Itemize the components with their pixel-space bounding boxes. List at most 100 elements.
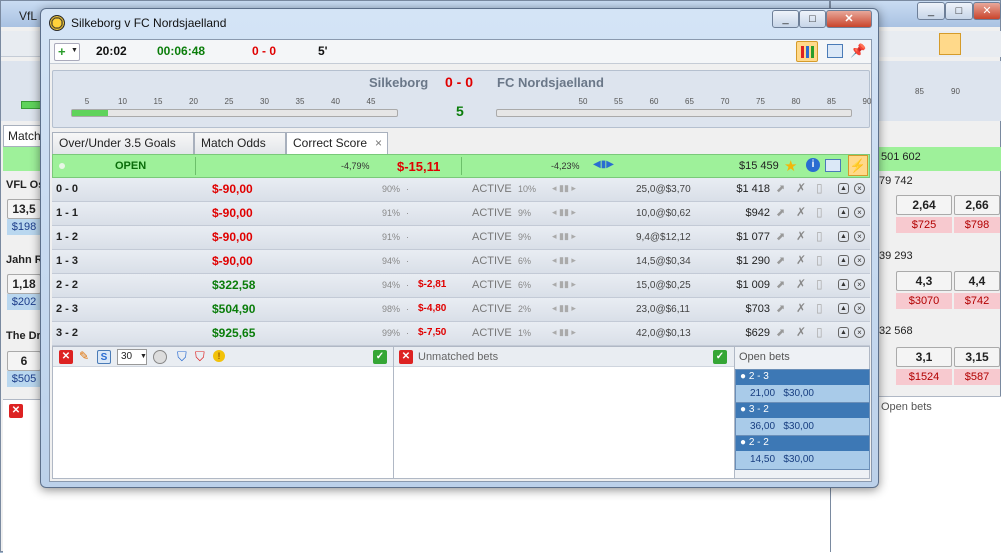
ladder-arrows-icon[interactable]: ◂ ▮▮ ▸ [552,327,576,338]
arrows-icon[interactable]: ◀▮▶ [593,159,614,170]
info-icon[interactable]: i [806,158,820,172]
s-icon[interactable]: S [97,350,111,364]
unmatched-check-icon[interactable]: ✓ [713,350,727,364]
close-circle-icon[interactable]: × [854,183,865,194]
shield-blue-icon[interactable]: ⛉ [177,349,187,365]
graph-icon[interactable] [825,159,841,172]
expand-icon[interactable]: ▲ [838,279,849,290]
tools-icon[interactable]: ✗ [796,229,806,243]
close-circle-icon[interactable]: × [854,327,865,338]
tab-match-odds[interactable]: Match Odds [194,132,286,154]
bg-close-button[interactable]: ✕ [973,2,1001,20]
bg-right-row2-back[interactable]: 4,3 [896,271,952,291]
warning-icon[interactable]: ! [213,350,225,362]
maximize-button[interactable]: □ [799,10,826,28]
bg-odds-2[interactable]: 1,18 [7,274,41,294]
ladder-arrows-icon[interactable]: ◂ ▮▮ ▸ [552,207,576,218]
cancel-unmatched-icon[interactable]: ✕ [399,350,413,364]
minimize-button[interactable]: _ [772,10,799,28]
expand-icon[interactable]: ▲ [838,255,849,266]
bg-maximize-button[interactable]: □ [945,2,973,20]
broom-icon[interactable]: ✎ [79,349,89,363]
window-titlebar[interactable]: Silkeborg v FC Nordsjaelland _ □ ✕ [41,9,878,39]
close-circle-icon[interactable]: × [854,231,865,242]
open-bet-details: 36,00 $30,00 [736,418,869,436]
close-button[interactable]: ✕ [826,10,872,28]
chart-icon[interactable]: ⬈ [776,182,785,195]
tools-icon[interactable]: ✗ [796,301,806,315]
chart-icon[interactable]: ⬈ [776,206,785,219]
tools-icon[interactable]: ✗ [796,253,806,267]
chart-icon[interactable]: ⬈ [776,326,785,339]
cancel-all-icon[interactable]: ✕ [59,350,73,364]
bg-right-row3-back[interactable]: 3,1 [896,347,952,367]
open-bet[interactable]: ● 2 - 2 14,50 $30,00 [735,435,870,470]
tab-correct-score-label: Correct Score [293,136,368,150]
stake-select[interactable]: 30 ▼ [117,349,147,365]
expand-icon[interactable]: ▲ [838,327,849,338]
close-circle-icon[interactable]: × [854,207,865,218]
expand-icon[interactable]: ▲ [838,183,849,194]
ladder-arrows-icon[interactable]: ◂ ▮▮ ▸ [552,255,576,266]
bg-right-row3-lay[interactable]: 3,15 [954,347,1000,367]
bg-cancel-icon[interactable]: ✕ [9,404,23,418]
star-icon[interactable]: ★ [784,157,797,175]
new-window-icon[interactable] [827,44,843,58]
expand-icon[interactable]: ▲ [838,207,849,218]
tools-icon[interactable]: ✗ [796,325,806,339]
close-circle-icon[interactable]: × [854,303,865,314]
chart-button[interactable] [796,41,818,62]
bullet-icon: ● [740,404,749,415]
bg-right-row2-lay[interactable]: 4,4 [954,271,1000,291]
selection-row[interactable]: 1 - 3 $-90,00 94% · ACTIVE 6% ◂ ▮▮ ▸ 14,5@$0,34… [52,250,870,274]
ladder-icon[interactable]: ▯ [816,253,823,267]
tools-icon[interactable]: ✗ [796,277,806,291]
expand-icon[interactable]: ▲ [838,231,849,242]
bg-odds-1[interactable]: 13,5 [7,199,41,219]
chart-icon[interactable]: ⬈ [776,254,785,267]
add-market-button[interactable]: + ▼ [54,43,80,61]
selection-volume: $703 [745,303,770,315]
ladder-icon[interactable]: ▯ [816,325,823,339]
tools-icon[interactable]: ✗ [796,205,806,219]
close-circle-icon[interactable]: × [854,255,865,266]
ladder-icon[interactable]: ▯ [816,205,823,219]
ladder-icon[interactable]: ▯ [816,277,823,291]
selection-row[interactable]: 1 - 1 $-90,00 91% · ACTIVE 9% ◂ ▮▮ ▸ 10,0@$0,62… [52,202,870,226]
bg-minimize-button[interactable]: _ [917,2,945,20]
ladder-arrows-icon[interactable]: ◂ ▮▮ ▸ [552,231,576,242]
open-bet[interactable]: ● 3 - 2 36,00 $30,00 [735,402,870,437]
bg-right-chart-icon[interactable] [939,33,961,55]
ladder-icon[interactable]: ▯ [816,229,823,243]
bg-odds-3[interactable]: 6 [7,351,41,371]
chart-icon[interactable]: ⬈ [776,230,785,243]
tab-correct-score[interactable]: Correct Score × [286,132,388,155]
selection-row[interactable]: 2 - 2 $322,58 94% · $-2,81 ACTIVE 6% ◂ ▮▮ ▸ 15,0… [52,274,870,298]
divider [195,157,196,175]
selection-row[interactable]: 3 - 2 $925,65 99% · $-7,50 ACTIVE 1% ◂ ▮▮ ▸ 42,0… [52,322,870,346]
lightning-icon[interactable]: ⚡ [848,155,868,176]
confirm-check-icon[interactable]: ✓ [373,350,387,364]
tools-icon[interactable]: ✗ [796,181,806,195]
bg-right-row1-lay[interactable]: 2,66 [954,195,1000,215]
ladder-icon[interactable]: ▯ [816,181,823,195]
ladder-arrows-icon[interactable]: ◂ ▮▮ ▸ [552,279,576,290]
selection-row[interactable]: 0 - 0 $-90,00 90% · ACTIVE 10% ◂ ▮▮ ▸ 25,0@$3,7… [52,178,870,202]
ladder-icon[interactable]: ▯ [816,301,823,315]
tab-close-icon[interactable]: × [375,133,382,153]
bg-right-row1-back[interactable]: 2,64 [896,195,952,215]
pin-icon[interactable]: 📌 [850,43,866,59]
open-bet[interactable]: ● 2 - 3 21,00 $30,00 [735,369,870,404]
selection-row[interactable]: 1 - 2 $-90,00 91% · ACTIVE 9% ◂ ▮▮ ▸ 9,4@$12,12… [52,226,870,250]
round-button-icon[interactable] [153,350,167,364]
close-circle-icon[interactable]: × [854,279,865,290]
shield-red-icon[interactable]: ⛉ [195,349,205,365]
ladder-arrows-icon[interactable]: ◂ ▮▮ ▸ [552,303,576,314]
chart-icon[interactable]: ⬈ [776,302,785,315]
expand-icon[interactable]: ▲ [838,303,849,314]
selection-row[interactable]: 2 - 3 $504,90 98% · $-4,80 ACTIVE 2% ◂ ▮▮ ▸ 23,0… [52,298,870,322]
ladder-arrows-icon[interactable]: ◂ ▮▮ ▸ [552,183,576,194]
tab-over-under[interactable]: Over/Under 3.5 Goals [52,132,194,154]
selection-volume: $942 [745,207,770,219]
chart-icon[interactable]: ⬈ [776,278,785,291]
